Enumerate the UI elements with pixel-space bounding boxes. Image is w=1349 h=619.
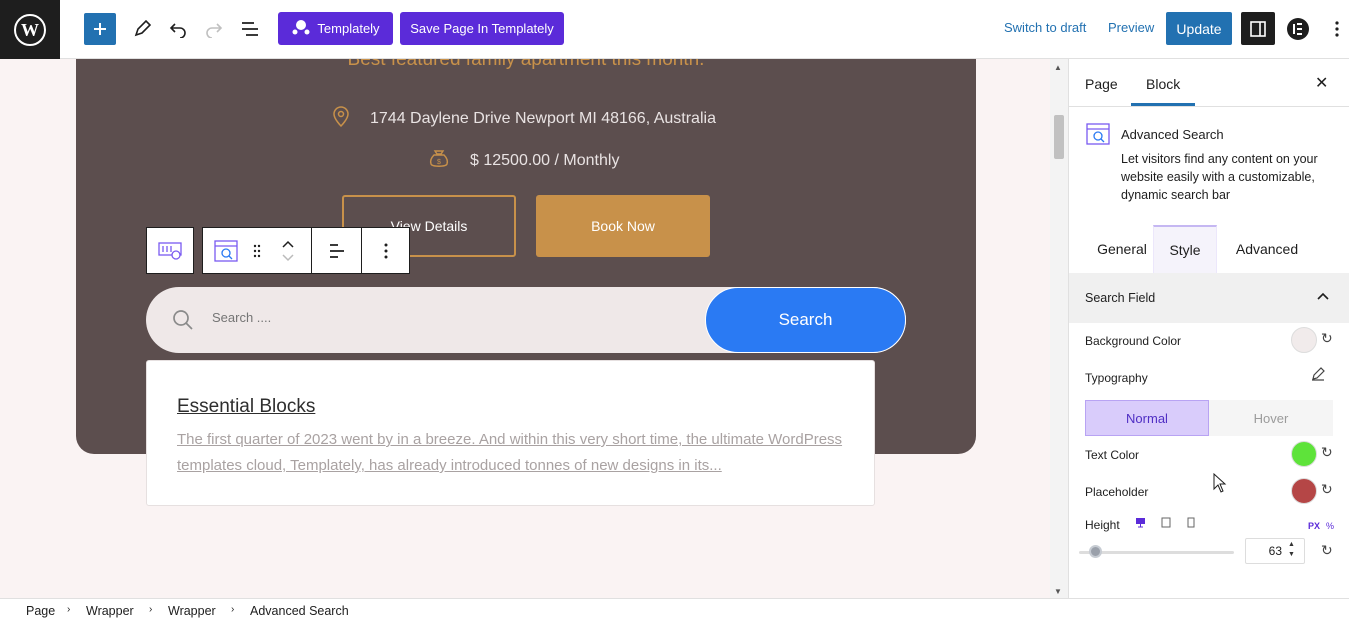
section-title: Search Field [1085,291,1156,305]
svg-text:W: W [21,20,39,40]
height-label: Height [1085,518,1120,532]
mobile-icon[interactable] [1187,517,1199,529]
chevron-up-icon [1317,289,1329,303]
tab-hover[interactable]: Hover [1209,400,1333,436]
book-now-button[interactable]: Book Now [536,195,710,257]
location-pin-icon [332,105,350,132]
placeholder-color-swatch[interactable] [1291,478,1317,504]
address-row: 1744 Daylene Drive Newport MI 48166, Aus… [332,105,716,132]
align-left-icon [329,243,344,258]
breadcrumb-item[interactable]: Advanced Search [250,604,349,618]
drag-handle-icon[interactable] [249,228,265,273]
scroll-up-icon[interactable]: ▲ [1054,63,1062,72]
more-options-icon[interactable] [1326,12,1348,45]
close-icon[interactable]: ✕ [1315,73,1328,93]
advanced-search-icon [1085,122,1111,151]
add-block-button[interactable] [84,13,116,45]
background-color-label: Background Color [1085,334,1182,348]
price-text: $ 12500.00 / Monthly [470,151,620,169]
mouse-cursor-icon [1213,472,1227,498]
scroll-down-icon[interactable]: ▼ [1054,587,1062,596]
search-field-section-header[interactable]: Search Field [1069,273,1349,323]
tab-block[interactable]: Block [1146,76,1180,92]
text-color-label: Text Color [1085,448,1140,462]
chevron-down-icon[interactable] [282,253,294,262]
search-results-dropdown: Essential Blocks The first quarter of 20… [146,360,875,506]
undo-icon[interactable] [166,12,190,45]
edit-pencil-icon[interactable] [1311,367,1325,386]
search-button[interactable]: Search [705,287,906,353]
update-button[interactable]: Update [1166,12,1232,45]
height-stepper[interactable]: ▲ ▼ [1288,540,1295,560]
breadcrumb: Page › Wrapper › Wrapper › Advanced Sear… [0,598,1349,619]
background-color-swatch[interactable] [1291,327,1317,353]
tab-general[interactable]: General [1081,225,1163,273]
unit-px[interactable]: PX [1308,521,1320,531]
breadcrumb-item[interactable]: Wrapper [86,604,134,618]
chevron-right-icon: › [67,604,71,615]
block-options-button[interactable] [361,228,409,273]
text-color-swatch[interactable] [1291,441,1317,467]
reset-icon[interactable]: ↻ [1321,444,1333,461]
breadcrumb-item[interactable]: Wrapper [168,604,216,618]
tab-page[interactable]: Page [1085,76,1118,92]
switch-to-draft-button[interactable]: Switch to draft [1004,20,1086,35]
height-slider-track[interactable] [1079,551,1234,554]
block-toolbar [202,227,410,274]
align-button[interactable] [311,228,361,273]
parent-block-selector[interactable] [146,227,194,274]
move-up-down-buttons[interactable] [265,228,311,273]
style-tabs: General Style Advanced [1069,225,1349,273]
scroll-thumb[interactable] [1054,115,1064,159]
unit-percent[interactable]: % [1326,521,1334,531]
wordpress-logo-icon[interactable]: W [0,0,60,59]
search-input[interactable] [212,310,512,325]
reset-icon[interactable]: ↻ [1321,542,1333,559]
tab-advanced[interactable]: Advanced [1227,225,1307,273]
placeholder-label: Placeholder [1085,485,1149,499]
more-vertical-icon [384,243,387,258]
chevron-right-icon: › [231,604,235,615]
svg-text:$: $ [437,159,441,166]
desktop-icon[interactable] [1135,517,1147,529]
preview-button[interactable]: Preview [1108,20,1154,35]
chevron-up-icon[interactable] [282,240,294,248]
editor-toolbar: W Templately Save Page In Templately Swi… [0,0,1349,59]
hero-subtitle: Best featured family apartment this mont… [347,59,705,70]
typography-label: Typography [1085,371,1148,385]
tab-style[interactable]: Style [1153,225,1217,273]
price-row: $ $ 12500.00 / Monthly [428,147,619,174]
reset-icon[interactable]: ↻ [1321,330,1333,347]
height-slider-handle[interactable] [1089,545,1102,558]
settings-sidebar-toggle[interactable] [1241,12,1275,45]
divider [1069,106,1349,107]
address-text: 1744 Daylene Drive Newport MI 48166, Aus… [370,109,716,127]
settings-panel: Page Block ✕ Advanced Search Let visitor… [1068,59,1349,598]
canvas-scrollbar[interactable]: ▲ ▼ [1050,59,1068,598]
edit-pencil-icon[interactable] [130,12,154,45]
height-input[interactable]: 63 [1245,538,1305,564]
block-description: Let visitors find any content on your we… [1121,152,1318,202]
advanced-search-block-icon[interactable] [203,228,249,273]
templately-label: Templately [317,21,380,36]
breadcrumb-item[interactable]: Page [26,604,55,618]
result-description[interactable]: The first quarter of 2023 went by in a b… [177,427,857,479]
reset-icon[interactable]: ↻ [1321,481,1333,498]
money-bag-icon: $ [428,147,450,174]
templately-logo-icon [291,19,311,38]
redo-icon[interactable] [202,12,226,45]
chevron-right-icon: › [149,604,153,615]
templately-button[interactable]: Templately [278,12,393,45]
block-name: Advanced Search [1121,127,1224,142]
tablet-icon[interactable] [1161,517,1173,529]
search-icon [172,309,194,336]
result-title[interactable]: Essential Blocks [177,396,315,418]
editor-canvas: Best featured family apartment this mont… [0,59,1068,598]
save-in-templately-button[interactable]: Save Page In Templately [400,12,564,45]
elementor-icon[interactable] [1285,12,1311,45]
tab-normal[interactable]: Normal [1085,400,1209,436]
list-view-icon[interactable] [238,12,262,45]
